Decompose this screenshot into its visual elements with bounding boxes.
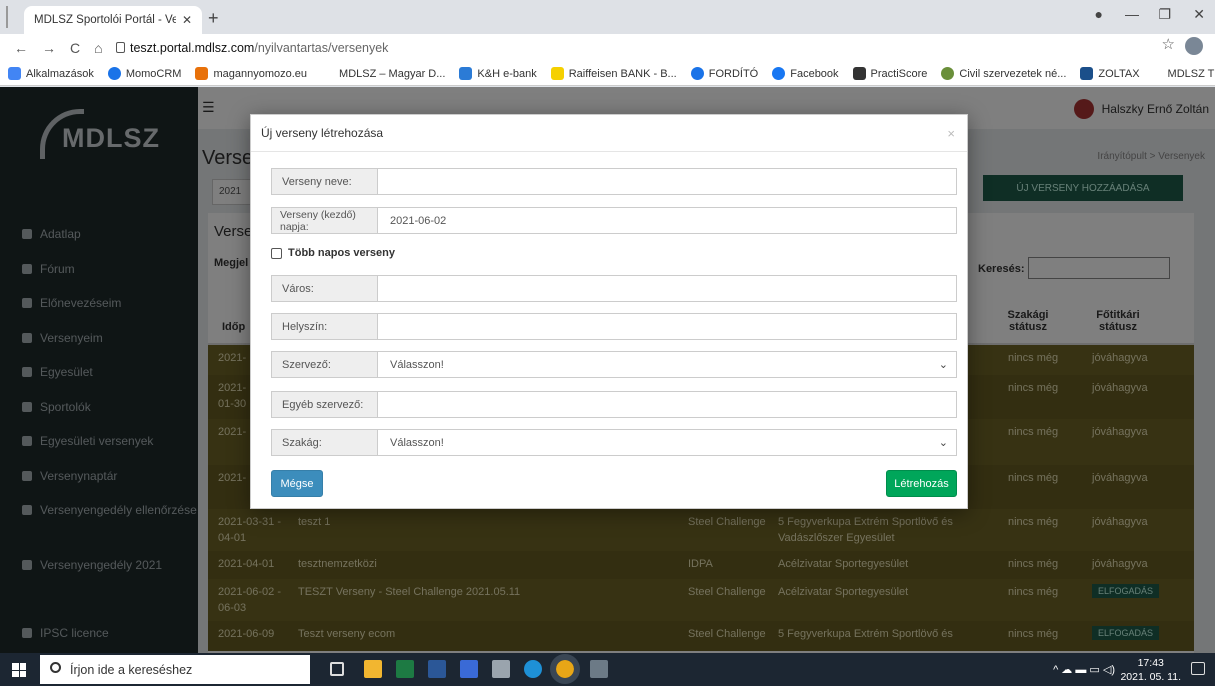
organizer-label: Szervező: <box>271 351 378 378</box>
tab-strip-edge <box>6 6 16 28</box>
close-icon[interactable]: × <box>947 126 955 141</box>
multi-day-row: Több napos verseny <box>271 247 395 259</box>
windows-taskbar: Írjon ide a kereséshez ^ ☁ ▬ ▭ ◁) 17:43 … <box>0 653 1215 686</box>
bookmark-momocrm[interactable]: MomoCRM <box>107 67 181 80</box>
venue-input[interactable] <box>378 313 957 340</box>
forward-icon[interactable]: → <box>42 40 56 56</box>
other-organizer-row: Egyéb szervező: <box>271 391 957 418</box>
cancel-button[interactable]: Mégse <box>271 470 323 497</box>
branch-label: Szakág: <box>271 429 378 456</box>
bookmark-magannyomozo[interactable]: magannyomozo.eu <box>195 67 307 80</box>
browser-tab[interactable]: MDLSZ Sportolói Portál - Versen ✕ <box>24 6 202 34</box>
bookmark-zoltax[interactable]: ZOLTAX <box>1080 67 1140 80</box>
address-bar: ← → C ⌂ teszt.portal.mdlsz.com/nyilvanta… <box>0 34 1215 62</box>
zoltax-icon <box>1080 67 1094 80</box>
lock-icon <box>116 42 125 53</box>
chevron-down-icon: ⌄ <box>938 437 948 449</box>
competition-name-row: Verseny neve: <box>271 168 957 195</box>
home-icon[interactable]: ⌂ <box>94 40 102 56</box>
app-icon[interactable] <box>492 660 510 678</box>
bookmark-kh[interactable]: K&H e-bank <box>459 67 537 80</box>
practiscore-icon <box>852 67 866 80</box>
bookmark-star-icon[interactable]: ☆ <box>1162 35 1175 53</box>
bookmarks-bar: Alkalmazások MomoCRM magannyomozo.eu MDL… <box>0 62 1215 86</box>
file-explorer-icon[interactable] <box>364 660 382 678</box>
magannyomozo-icon <box>195 67 209 80</box>
city-input[interactable] <box>378 275 957 302</box>
bookmark-apps[interactable]: Alkalmazások <box>8 67 94 80</box>
modal-title: Új verseny létrehozása <box>261 126 384 140</box>
other-organizer-label: Egyéb szervező: <box>271 391 378 418</box>
url-host: teszt.portal.mdlsz.com <box>130 41 255 55</box>
facebook-icon <box>772 67 786 80</box>
back-icon[interactable]: ← <box>14 40 28 56</box>
reload-icon[interactable]: C <box>70 40 80 56</box>
taskbar-clock[interactable]: 17:43 2021. 05. 11. <box>1120 656 1181 684</box>
bookmark-mdlsz-teszt[interactable]: MDLSZ TESZT Spor... <box>1168 68 1215 80</box>
translate-icon <box>690 67 704 80</box>
minimize-icon[interactable]: — <box>1125 6 1139 22</box>
bookmark-civil[interactable]: Civil szervezetek né... <box>941 67 1066 80</box>
other-organizer-input[interactable] <box>378 391 957 418</box>
venue-row: Helyszín: <box>271 313 957 340</box>
tab-title: MDLSZ Sportolói Portál - Versen <box>34 14 176 26</box>
close-tab-icon[interactable]: ✕ <box>182 13 192 27</box>
competition-name-label: Verseny neve: <box>271 168 378 195</box>
new-tab-icon[interactable]: + <box>208 8 219 29</box>
clock-date: 2021. 05. 11. <box>1120 671 1181 684</box>
competition-name-input[interactable] <box>378 168 957 195</box>
create-button[interactable]: Létrehozás <box>886 470 957 497</box>
clock-time: 17:43 <box>1137 657 1164 669</box>
kh-bank-icon <box>459 67 473 80</box>
momocrm-icon <box>107 67 121 80</box>
branch-select[interactable]: Válasszon! ⌄ <box>378 429 957 456</box>
bookmark-facebook[interactable]: Facebook <box>772 67 839 80</box>
raiffeisen-icon <box>550 67 564 80</box>
bookmark-fordito[interactable]: FORDÍTÓ <box>690 67 758 80</box>
url-field[interactable]: teszt.portal.mdlsz.com/nyilvantartas/ver… <box>110 37 1190 59</box>
taskbar-search-placeholder: Írjon ide a kereséshez <box>70 662 193 677</box>
excel-icon[interactable] <box>396 660 414 678</box>
system-tray-icons[interactable]: ^ ☁ ▬ ▭ ◁) <box>1053 663 1115 676</box>
start-date-input[interactable]: 2021-06-02 <box>378 207 957 234</box>
multi-day-label[interactable]: Több napos verseny <box>288 247 395 259</box>
bookmark-raiffeisen[interactable]: Raiffeisen BANK - B... <box>550 67 677 80</box>
apps-grid-icon <box>8 67 21 80</box>
new-competition-modal: Új verseny létrehozása × Verseny neve: V… <box>250 114 968 509</box>
search-icon <box>50 662 61 673</box>
save-app-icon[interactable] <box>460 660 478 678</box>
organizer-selected-value: Válasszon! <box>390 358 444 371</box>
city-row: Város: <box>271 275 957 302</box>
chevron-down-icon: ⌄ <box>938 359 948 371</box>
organizer-row: Szervező: Válasszon! ⌄ <box>271 351 957 378</box>
start-date-label: Verseny (kezdő) napja: <box>271 207 378 234</box>
city-label: Város: <box>271 275 378 302</box>
notification-icon[interactable] <box>1191 662 1205 675</box>
branch-row: Szakág: Válasszon! ⌄ <box>271 429 957 456</box>
taskbar-search-input[interactable]: Írjon ide a kereséshez <box>40 655 310 684</box>
browser-tab-strip: MDLSZ Sportolói Portál - Versen ✕ + ● — … <box>0 0 1215 34</box>
bookmark-mdlsz[interactable]: MDLSZ – Magyar D... <box>339 68 445 80</box>
multi-day-checkbox[interactable] <box>271 247 282 259</box>
url-path: /nyilvantartas/versenyek <box>254 41 389 55</box>
windows-start-icon[interactable] <box>12 663 26 677</box>
civil-icon <box>941 67 955 80</box>
word-icon[interactable] <box>428 660 446 678</box>
close-window-icon[interactable]: ✕ <box>1193 6 1205 23</box>
modal-header: Új verseny létrehozása × <box>251 115 967 152</box>
venue-label: Helyszín: <box>271 313 378 340</box>
bookmark-practiscore[interactable]: PractiScore <box>852 67 927 80</box>
profile-dot-icon[interactable]: ● <box>1095 6 1103 22</box>
restore-icon[interactable]: ❐ <box>1158 6 1171 23</box>
chrome-icon[interactable] <box>550 654 580 684</box>
start-date-row: Verseny (kezdő) napja: 2021-06-02 <box>271 207 957 234</box>
profile-avatar[interactable] <box>1185 37 1203 55</box>
organizer-select[interactable]: Válasszon! ⌄ <box>378 351 957 378</box>
calculator-icon[interactable] <box>590 660 608 678</box>
edge-icon[interactable] <box>524 660 542 678</box>
branch-selected-value: Válasszon! <box>390 436 444 449</box>
task-view-icon[interactable] <box>330 662 344 676</box>
